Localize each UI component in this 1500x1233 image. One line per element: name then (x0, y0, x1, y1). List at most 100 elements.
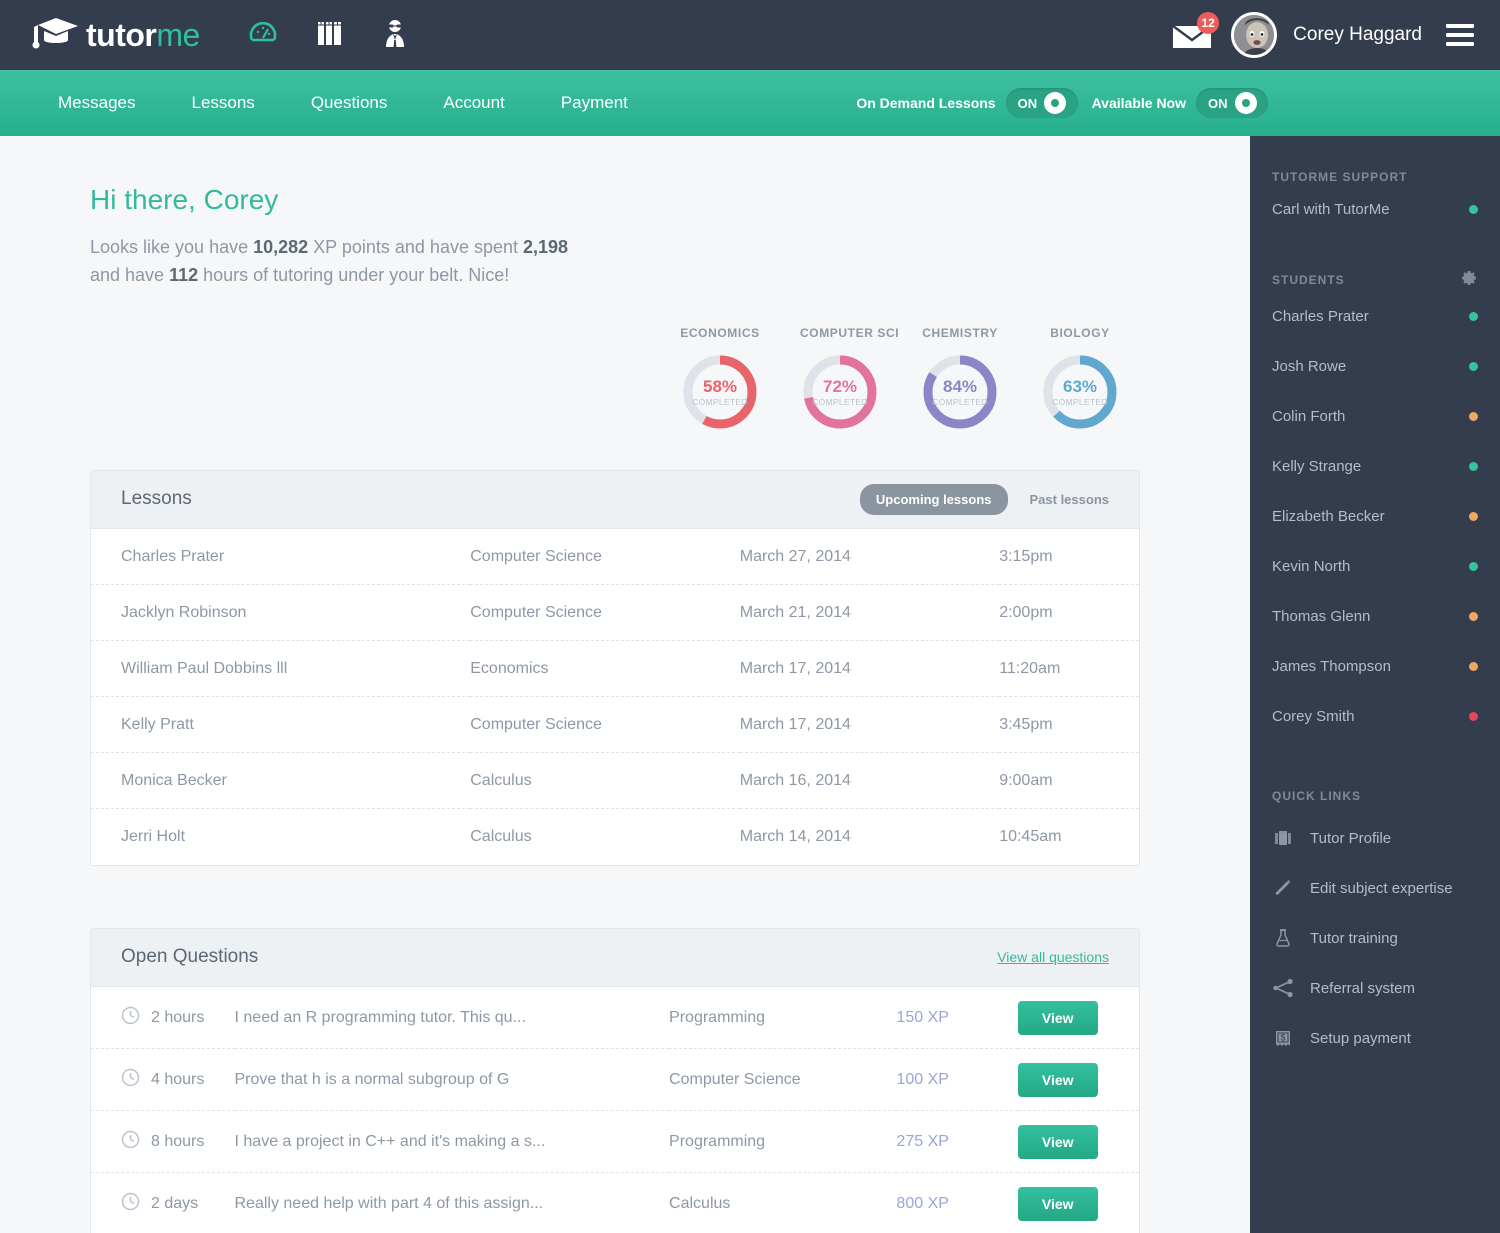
view-question-button[interactable]: View (1017, 1000, 1098, 1035)
nav-item-lessons[interactable]: Lessons (163, 93, 282, 113)
nav-toggles: On Demand Lessons ON Available Now ON (856, 70, 1268, 136)
messages-icon[interactable]: 12 (1169, 12, 1220, 52)
available-now-toggle-state: ON (1208, 95, 1228, 111)
sidebar-item-label: Josh Rowe (1272, 357, 1347, 375)
gear-icon[interactable] (1458, 268, 1478, 291)
clock-icon (121, 1068, 140, 1087)
clock-icon (121, 1192, 140, 1211)
lesson-student: Monica Becker (91, 752, 471, 810)
table-row[interactable]: Jacklyn Robinson Computer Science March 21… (91, 584, 1139, 642)
question-text: Really need help with part 4 of this ass… (234, 1195, 544, 1213)
lesson-student: Charles Prater (91, 528, 471, 586)
greeting-line1-b: XP points and have spent (308, 237, 523, 257)
tutor-person-icon[interactable] (382, 18, 408, 53)
table-row[interactable]: William Paul Dobbins lll Economics March 1… (91, 640, 1139, 698)
sidebar-item-label: James Thompson (1272, 657, 1391, 675)
available-now-toggle[interactable]: ON (1196, 88, 1268, 118)
top-bar: tutorme 12 Corey Haggard (0, 0, 1500, 70)
question-age-cell: 2 days (91, 1173, 235, 1233)
quick-link-setup-payment[interactable]: $ Setup payment (1250, 1013, 1500, 1063)
quick-link-label: Setup payment (1310, 1029, 1411, 1047)
view-all-questions-link[interactable]: View all questions (997, 949, 1109, 965)
question-action-cell: View (1017, 1110, 1139, 1174)
sidebar-item-support[interactable]: Carl with TutorMe (1250, 184, 1500, 234)
main-content: Hi there, Corey Looks like you have 10,2… (0, 136, 1250, 1233)
table-row[interactable]: Kelly Pratt Computer Science March 17, 201… (91, 696, 1139, 754)
table-row[interactable]: 8 hours I have a project in C++ and it's … (91, 1110, 1139, 1174)
page-title: Hi there, Corey (90, 184, 279, 215)
table-row[interactable]: Monica Becker Calculus March 16, 2014 9:00a… (91, 752, 1139, 810)
hamburger-icon[interactable] (1446, 24, 1474, 46)
questions-panel-header: Open Questions View all questions (91, 928, 1139, 987)
sidebar-item-student[interactable]: Josh Rowe (1250, 341, 1500, 391)
students-list: Charles Prater Josh Rowe Colin Forth Kelly … (1250, 291, 1500, 741)
status-badge (1469, 711, 1478, 721)
sidebar-item-label: Thomas Glenn (1272, 607, 1371, 625)
on-demand-toggle-knob (1044, 92, 1067, 114)
avatar[interactable] (1231, 12, 1278, 58)
lesson-subject: Calculus (470, 828, 532, 846)
view-question-button[interactable]: View (1017, 1187, 1098, 1222)
quick-link-referral-system[interactable]: Referral system (1250, 963, 1500, 1013)
sidebar-item-student[interactable]: Elizabeth Becker (1250, 491, 1500, 541)
question-xp: 150 XP (896, 986, 1018, 1050)
quick-link-edit-subject-expertise[interactable]: Edit subject expertise (1250, 863, 1500, 913)
nav-item-questions[interactable]: Questions (283, 93, 416, 113)
nav-item-payment[interactable]: Payment (533, 93, 656, 113)
sidebar-item-student[interactable]: Kelly Strange (1250, 441, 1500, 491)
question-age: 4 hours (151, 1070, 205, 1088)
sidebar-item-student[interactable]: Charles Prater (1250, 291, 1500, 341)
lesson-student: William Paul Dobbins lll (91, 640, 471, 698)
tab-upcoming-lessons[interactable]: Upcoming lessons (859, 483, 1008, 515)
table-row[interactable]: 2 days Really need help with part 4 of th… (91, 1173, 1139, 1233)
on-demand-lessons-toggle[interactable]: ON (1005, 88, 1078, 118)
quick-link-tutor-training[interactable]: Tutor training (1250, 913, 1500, 963)
view-question-button[interactable]: View (1017, 1124, 1098, 1159)
progress-ring-value: 58% (702, 376, 738, 396)
table-row[interactable]: 2 hours I need an R programming tutor. Th… (91, 986, 1139, 1050)
open-questions-panel: Open Questions View all questions 2 hour… (90, 927, 1140, 1233)
sidebar-item-student[interactable]: James Thompson (1250, 641, 1500, 691)
lesson-date: March 27, 2014 (739, 528, 1000, 586)
clock-icon (121, 1130, 140, 1149)
table-row[interactable]: Jerri Holt Calculus March 14, 2014 10:45am (91, 809, 1139, 865)
table-row[interactable]: Charles Prater Computer Science March 27, … (91, 528, 1139, 586)
progress-ring-label: BIOLOGY (1050, 326, 1110, 340)
graduation-cap-icon (30, 16, 82, 55)
lessons-panel: Lessons Upcoming lessons Past lessons Ch… (90, 469, 1140, 866)
books-icon[interactable] (316, 18, 344, 53)
pencil-icon (1272, 878, 1294, 898)
lesson-time: 11:20am (999, 640, 1139, 698)
sidebar-item-student[interactable]: Colin Forth (1250, 391, 1500, 441)
quick-link-label: Edit subject expertise (1310, 879, 1453, 897)
question-text: I need an R programming tutor. This qu..… (234, 986, 670, 1050)
question-age-cell: 2 hours (91, 986, 235, 1050)
question-action-cell: View (1017, 1048, 1139, 1112)
progress-ring-value: 72% (822, 376, 858, 396)
nav-item-account[interactable]: Account (415, 93, 532, 113)
sidebar-item-label: Kelly Strange (1272, 457, 1362, 475)
on-demand-lessons-label: On Demand Lessons (856, 95, 996, 111)
quick-link-tutor-profile[interactable]: Tutor Profile (1250, 813, 1500, 863)
sidebar-item-student[interactable]: Corey Smith (1250, 691, 1500, 741)
sidebar-item-student[interactable]: Kevin North (1250, 541, 1500, 591)
sidebar-item-label: Charles Prater (1272, 307, 1369, 325)
lesson-date: March 17, 2014 (739, 696, 1000, 754)
dashboard-gauge-icon[interactable] (248, 18, 278, 53)
lessons-tabs: Upcoming lessons Past lessons (859, 483, 1110, 515)
top-icon-group (248, 18, 408, 53)
greeting-line2-b: hours of tutoring under your belt. Nice! (198, 264, 510, 285)
table-row[interactable]: 4 hours Prove that h is a normal subgroup… (91, 1048, 1139, 1112)
progress-ring-caption: COMPLETED (932, 396, 988, 407)
logo[interactable]: tutorme (30, 16, 200, 55)
progress-ring-chemistry: CHEMISTRY 84% COMPLETED (920, 326, 1000, 432)
tab-past-lessons[interactable]: Past lessons (1030, 492, 1110, 507)
sidebar-item-student[interactable]: Thomas Glenn (1250, 591, 1500, 641)
support-header-label: TUTORME SUPPORT (1272, 170, 1408, 184)
progress-ring-graphic: 63% COMPLETED (1040, 352, 1120, 432)
clock-icon (121, 1068, 140, 1092)
nav-item-messages[interactable]: Messages (30, 93, 163, 113)
top-bar-right: 12 Corey Haggard (1169, 0, 1474, 70)
view-question-button[interactable]: View (1017, 1062, 1098, 1097)
progress-ring-caption: COMPLETED (692, 396, 748, 407)
